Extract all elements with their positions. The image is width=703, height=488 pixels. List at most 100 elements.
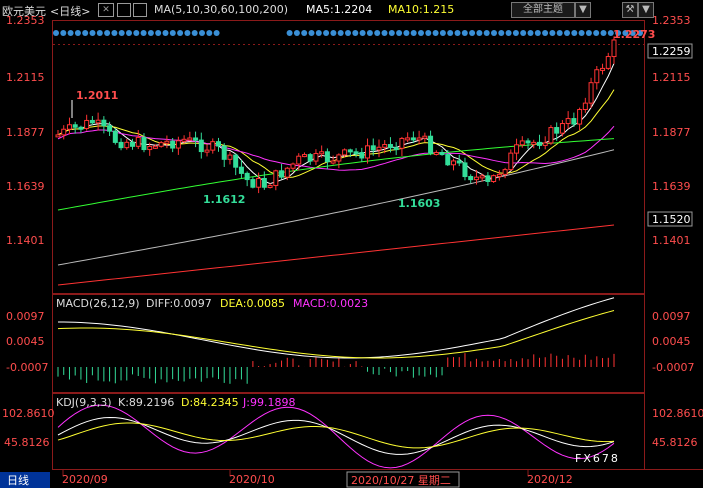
candle-body (508, 152, 514, 171)
candle-body (89, 119, 95, 124)
candle-body (496, 173, 502, 177)
kdj-k: K:89.2196 (118, 396, 174, 409)
candle-body (319, 151, 325, 155)
theme-select-button[interactable]: 全部主题 (511, 2, 575, 18)
event-dot (133, 30, 140, 36)
event-dot (191, 30, 198, 36)
candle-body (187, 137, 193, 141)
candle-body (66, 124, 72, 130)
candle-body (130, 141, 136, 147)
candle-body (416, 137, 422, 141)
event-dot (388, 30, 395, 36)
instrument-name: 欧元美元 (2, 5, 46, 18)
candle-body (290, 163, 296, 169)
candle-body (227, 154, 233, 160)
candle-body (347, 149, 353, 153)
event-dot (374, 30, 381, 36)
moving-average-lines (57, 63, 615, 286)
candle-body (152, 145, 158, 149)
candle-body (135, 136, 141, 147)
candle-body (571, 118, 577, 125)
watermark-logo: FX678 (575, 452, 620, 465)
candle-body (536, 141, 542, 146)
event-dot (593, 30, 600, 36)
right-tick: 1.2115 (652, 71, 691, 84)
chevron-down-icon[interactable]: ▼ (638, 2, 654, 18)
candle-body (84, 119, 90, 130)
candle-body (301, 154, 307, 158)
settings-box-icon[interactable] (117, 3, 131, 17)
candle-body (359, 152, 365, 159)
wrench-icon[interactable]: ⚒ (622, 2, 638, 18)
candle-body (410, 137, 416, 141)
candle-body (491, 175, 497, 183)
candle-body (175, 140, 181, 149)
event-dot (147, 30, 154, 36)
chevron-down-icon[interactable]: ▼ (575, 2, 591, 18)
event-dot (82, 30, 89, 36)
candle-body (193, 137, 199, 141)
event-dot (308, 30, 315, 36)
event-dot (60, 30, 67, 36)
ma5-value: MA5:1.2204 (306, 3, 373, 16)
candle-body (393, 147, 399, 151)
event-dot (199, 30, 205, 36)
candle-body (479, 175, 485, 179)
candle-body (307, 154, 313, 162)
macd-diff: DIFF:0.0097 (146, 297, 212, 310)
candle-body (376, 146, 382, 151)
x-cursor-date: 2020/10/27 星期二 (351, 474, 451, 487)
event-dot (89, 30, 96, 36)
candle-body (502, 169, 508, 175)
candle-body (330, 160, 336, 164)
candle-body (112, 130, 118, 143)
event-dot (213, 30, 220, 36)
event-dot (337, 30, 344, 36)
kdj-right-tick: 102.8610 (652, 407, 703, 420)
candle-body (210, 141, 216, 151)
event-dot (571, 30, 578, 36)
candle-body (107, 125, 113, 132)
event-dot (323, 30, 330, 36)
ma-params: MA(5,10,30,60,100,200) (154, 3, 289, 16)
right-tick: 1.1401 (652, 234, 691, 247)
kdj-left-tick: 102.8610 (2, 407, 55, 420)
event-dot (140, 30, 147, 36)
candle-body (519, 140, 525, 146)
candle-body (250, 179, 256, 188)
macd-right-tick: -0.0007 (652, 361, 694, 374)
candle-body (588, 82, 594, 104)
candle-body (468, 176, 474, 181)
candle-body (370, 145, 376, 151)
candle-body (124, 141, 130, 149)
macd-left-tick: 0.0045 (6, 335, 45, 348)
event-dot (527, 30, 534, 36)
event-dot (578, 30, 585, 36)
candle-body (324, 151, 330, 163)
macd-title: MACD(26,12,9) (56, 297, 140, 310)
candle-body (141, 136, 147, 151)
close-icon[interactable]: ✕ (98, 3, 114, 17)
event-dot (498, 30, 505, 36)
right-tick: 1.1877 (652, 126, 691, 139)
event-dot (469, 30, 476, 36)
candle-body (605, 56, 611, 69)
period-label[interactable]: <日线> (50, 3, 90, 19)
last-price-label: 1.2259 (652, 45, 691, 58)
candle-body (244, 172, 250, 181)
event-dot (162, 30, 169, 36)
toggle-box-icon[interactable] (133, 3, 147, 17)
kdj-left-tick: 45.8126 (4, 436, 50, 449)
candle-body (55, 134, 61, 138)
kdj-title: KDJ(9,3,3) (56, 396, 112, 409)
chart-canvas[interactable]: 1.2353 1.2115 1.1877 1.1639 1.1401 1.235… (0, 0, 703, 488)
candle-body (164, 140, 170, 144)
event-dot (439, 30, 446, 36)
event-dot (352, 30, 359, 36)
event-dot (403, 30, 410, 36)
event-dot (410, 30, 417, 36)
candle-body (582, 102, 588, 111)
candle-body (365, 145, 371, 159)
event-dot (111, 30, 118, 36)
event-dot (556, 30, 563, 36)
